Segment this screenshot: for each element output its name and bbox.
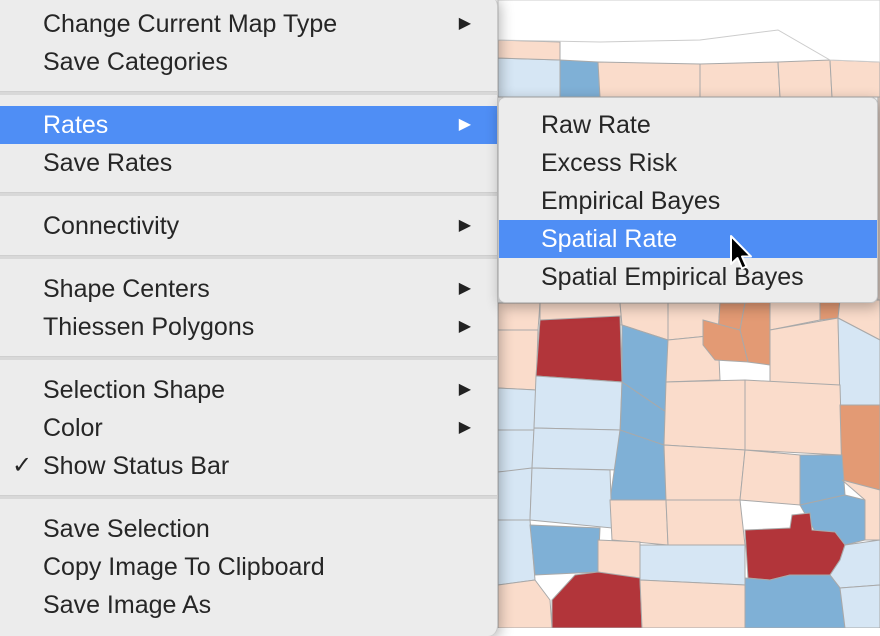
context-menu: Change Current Map Type ▶ Save Categories R… — [0, 0, 498, 636]
menu-item-thiessen-polygons[interactable]: Thiessen Polygons ▶ — [0, 308, 497, 346]
menu-item-label: Connectivity — [43, 212, 180, 240]
map-county — [777, 59, 833, 98]
menu-item-label: Shape Centers — [43, 275, 210, 303]
checkmark-icon: ✓ — [12, 452, 33, 479]
menu-item-color[interactable]: Color ▶ — [0, 409, 497, 447]
menu-item-label: Selection Shape — [43, 376, 226, 404]
map-county — [744, 379, 843, 456]
menu-item-save-categories[interactable]: Save Categories — [0, 43, 497, 81]
submenu-arrow-icon: ▶ — [458, 217, 471, 234]
rates-submenu: Raw Rate Excess Risk Empirical Bayes Spatia… — [498, 97, 878, 303]
map-county — [497, 467, 533, 521]
map-county — [559, 59, 601, 98]
submenu-arrow-icon: ▶ — [458, 15, 471, 32]
menu-item-label: Save Rates — [43, 149, 173, 177]
menu-separator — [0, 495, 497, 499]
map-county — [769, 317, 841, 389]
map-county — [531, 427, 621, 471]
map-county — [533, 375, 623, 431]
menu-item-copy-image-to-clipboard[interactable]: Copy Image To Clipboard — [0, 548, 497, 586]
map-county — [839, 584, 880, 628]
map-county — [497, 519, 536, 586]
map-county — [497, 57, 561, 98]
map-county — [829, 59, 880, 98]
map-county — [609, 499, 669, 546]
menu-item-label: Save Image As — [43, 591, 212, 619]
submenu-item-spatial-empirical-bayes[interactable]: Spatial Empirical Bayes — [499, 258, 877, 296]
menu-item-save-image-as[interactable]: Save Image As — [0, 586, 497, 624]
map-county — [699, 61, 781, 98]
map-county — [497, 579, 553, 628]
menu-item-label: Save Selection — [43, 515, 210, 543]
menu-item-save-rates[interactable]: Save Rates — [0, 144, 497, 182]
menu-item-label: Save Categories — [43, 48, 228, 76]
map-county — [529, 524, 601, 576]
menu-item-save-selection[interactable]: Save Selection — [0, 510, 497, 548]
menu-separator — [0, 255, 497, 259]
map-county — [535, 315, 623, 383]
submenu-arrow-icon: ▶ — [458, 419, 471, 436]
submenu-item-raw-rate[interactable]: Raw Rate — [499, 106, 877, 144]
menu-item-label: Rates — [43, 111, 109, 139]
map-county — [663, 444, 746, 501]
menu-item-change-current-map-type[interactable]: Change Current Map Type ▶ — [0, 5, 497, 43]
menu-item-shape-centers[interactable]: Shape Centers ▶ — [0, 270, 497, 308]
menu-separator — [0, 192, 497, 196]
submenu-arrow-icon: ▶ — [458, 381, 471, 398]
menu-item-label: Copy Image To Clipboard — [43, 553, 325, 581]
menu-item-label: Color — [43, 414, 103, 442]
submenu-arrow-icon: ▶ — [458, 280, 471, 297]
arrow-pointer-icon — [730, 235, 752, 270]
submenu-item-spatial-rate[interactable]: Spatial Rate — [499, 220, 877, 258]
menu-item-selection-shape[interactable]: Selection Shape ▶ — [0, 371, 497, 409]
map-county — [819, 299, 841, 321]
map-county — [739, 449, 801, 506]
map-county — [497, 429, 535, 473]
menu-item-rates[interactable]: Rates ▶ — [0, 106, 497, 144]
map-county — [639, 579, 746, 628]
map-county — [497, 387, 537, 431]
map-county — [639, 544, 746, 586]
menu-separator — [0, 356, 497, 360]
submenu-item-excess-risk[interactable]: Excess Risk — [499, 144, 877, 182]
map-county — [665, 499, 746, 546]
map-county — [497, 329, 539, 391]
menu-item-label: Thiessen Polygons — [43, 313, 255, 341]
map-county — [497, 39, 561, 61]
map-county — [663, 379, 746, 451]
menu-item-show-status-bar[interactable]: ✓ Show Status Bar — [0, 447, 497, 485]
map-county — [744, 574, 846, 628]
map-county — [497, 302, 541, 331]
map-county — [839, 404, 880, 491]
menu-item-label: Show Status Bar — [43, 452, 230, 480]
menu-item-connectivity[interactable]: Connectivity ▶ — [0, 207, 497, 245]
menu-separator — [0, 91, 497, 95]
submenu-item-empirical-bayes[interactable]: Empirical Bayes — [499, 182, 877, 220]
submenu-arrow-icon: ▶ — [458, 318, 471, 335]
map-county — [597, 61, 701, 98]
map-county — [551, 571, 643, 628]
map-county — [529, 467, 613, 529]
submenu-arrow-icon: ▶ — [458, 116, 471, 133]
menu-item-label: Change Current Map Type — [43, 10, 338, 38]
